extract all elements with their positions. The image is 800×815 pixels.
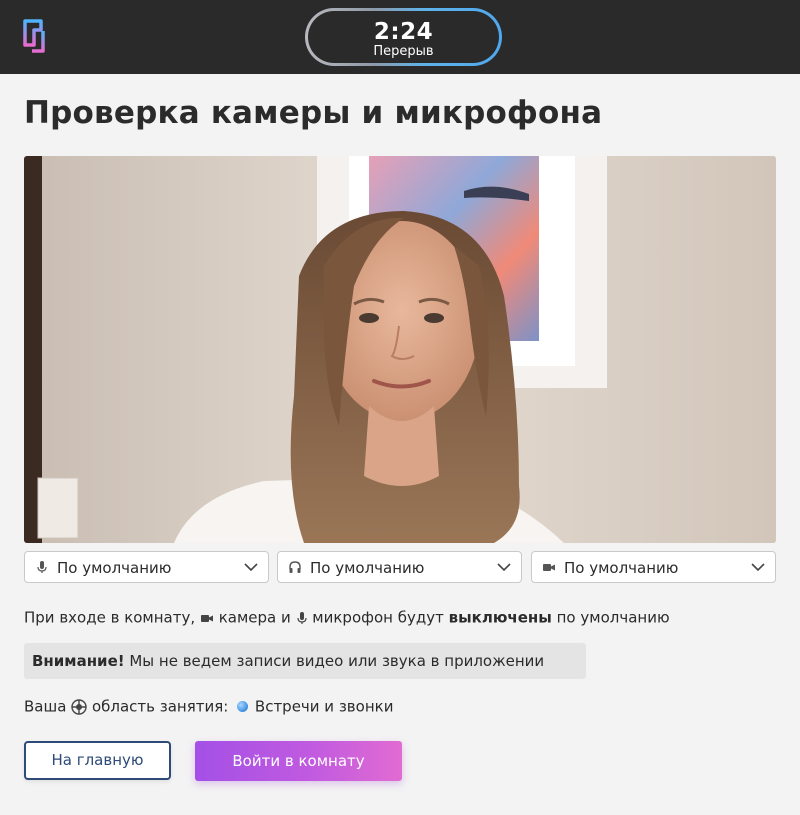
activity-prefix: Ваша xyxy=(24,697,67,716)
home-button[interactable]: На главную xyxy=(24,741,171,780)
app-logo-icon[interactable] xyxy=(22,18,46,56)
camera-preview-image xyxy=(24,156,776,543)
camera-select-value: По умолчанию xyxy=(564,559,679,577)
devices-off-notice: При входе в комнату, камера и микрофон б… xyxy=(24,608,670,627)
microphone-icon xyxy=(296,611,307,624)
privacy-warning: Внимание! Мы не ведем записи видео или з… xyxy=(24,643,586,679)
warning-strong: Внимание! xyxy=(32,652,125,670)
chevron-down-icon xyxy=(497,563,511,572)
headphones-icon xyxy=(289,561,301,573)
notice-will-be: будут xyxy=(397,608,444,627)
notice-and-word: и xyxy=(280,608,291,627)
chevron-down-icon xyxy=(244,563,258,572)
camera-select[interactable]: По умолчанию xyxy=(531,551,776,583)
notice-text: При входе в комнату, xyxy=(24,608,196,627)
timer-label: Перерыв xyxy=(373,44,434,59)
activity-value[interactable]: Встречи и звонки xyxy=(255,698,394,716)
microphone-select-value: По умолчанию xyxy=(57,559,172,577)
break-timer: 2:24 Перерыв xyxy=(305,8,502,66)
microphone-icon xyxy=(37,561,47,573)
activity-area: Ваша область занятия: Встречи и звонки xyxy=(24,697,393,716)
timer-time: 2:24 xyxy=(373,19,434,45)
speaker-select[interactable]: По умолчанию xyxy=(277,551,522,583)
chevron-down-icon xyxy=(751,563,765,572)
notice-camera-word: камера xyxy=(218,608,277,627)
activity-label: область занятия: xyxy=(91,697,229,716)
notice-mic-word: микрофон xyxy=(312,608,393,627)
area-icon xyxy=(71,698,87,715)
notice-default-word: по умолчанию xyxy=(556,608,670,627)
warning-text: Мы не ведем записи видео или звука в при… xyxy=(129,652,545,670)
notice-off-word: выключены xyxy=(448,608,552,627)
camera-icon xyxy=(200,614,213,622)
enter-room-button[interactable]: Войти в комнату xyxy=(195,741,402,781)
speaker-select-value: По умолчанию xyxy=(310,559,425,577)
microphone-select[interactable]: По умолчанию xyxy=(24,551,269,583)
activity-dot-icon xyxy=(237,701,249,712)
camera-preview xyxy=(24,156,776,543)
top-bar: 2:24 Перерыв xyxy=(0,0,800,74)
page-title: Проверка камеры и микрофона xyxy=(24,95,603,131)
camera-icon xyxy=(543,564,555,571)
